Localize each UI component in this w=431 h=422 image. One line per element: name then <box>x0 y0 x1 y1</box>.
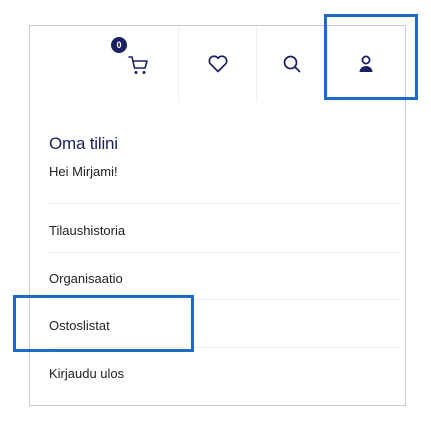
divider <box>49 299 400 300</box>
menu-item-shopping-lists[interactable]: Ostoslistat <box>49 318 389 334</box>
account-title: Oma tilini <box>49 134 118 153</box>
search-button[interactable] <box>256 26 326 102</box>
account-greeting: Oma tilini Hei Mirjami! <box>49 134 118 180</box>
heart-icon <box>208 55 227 73</box>
menu-item-organisation[interactable]: Organisaatio <box>49 271 389 287</box>
user-icon <box>359 55 373 72</box>
cart-icon-wrap: 0 <box>108 33 156 81</box>
divider <box>49 203 400 204</box>
cart-count-badge: 0 <box>111 37 127 53</box>
divider <box>49 347 400 348</box>
account-page: 0 Oma tilini Hei Mirjami! Tilaushistoria… <box>0 0 431 422</box>
account-dropdown-panel: 0 Oma tilini Hei Mirjami! Tilaushistoria… <box>29 25 406 406</box>
account-button[interactable] <box>326 26 405 102</box>
wishlist-button[interactable] <box>177 26 256 102</box>
greeting-text: Hei Mirjami! <box>49 164 118 179</box>
cart-icon <box>128 56 148 74</box>
header-icon-bar: 0 <box>30 26 405 102</box>
menu-item-log-out[interactable]: Kirjaudu ulos <box>49 366 389 382</box>
divider <box>49 252 400 253</box>
cart-button[interactable]: 0 <box>30 26 178 102</box>
menu-item-order-history[interactable]: Tilaushistoria <box>49 223 389 239</box>
search-icon <box>283 55 301 73</box>
